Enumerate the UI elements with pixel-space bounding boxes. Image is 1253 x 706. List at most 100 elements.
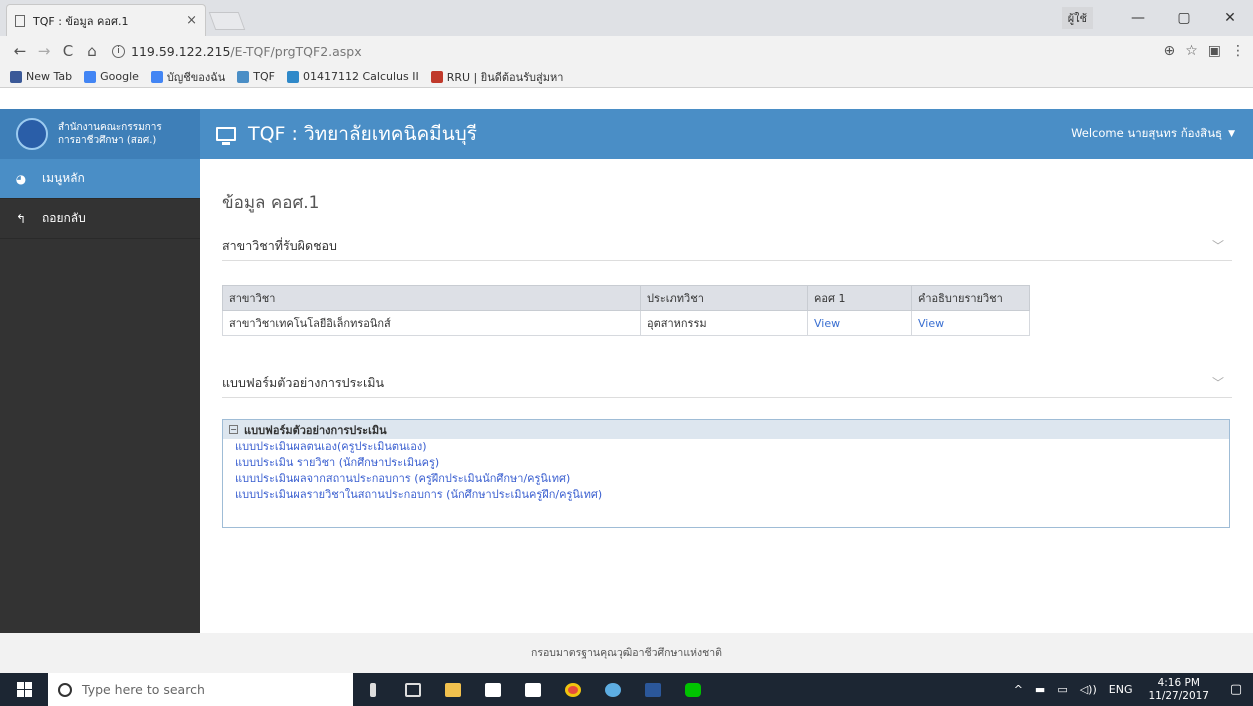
battery-icon[interactable]: ▬ — [1035, 683, 1045, 696]
paint-icon[interactable] — [593, 673, 633, 706]
table-row: สาขาวิชาเทคโนโลยีอิเล็กทรอนิกส์ อุตสาหกร… — [222, 310, 1030, 336]
forward-icon[interactable]: → — [32, 42, 56, 60]
major-cell: สาขาวิชาเทคโนโลยีอิเล็กทรอนิกส์ — [222, 310, 641, 336]
monitor-icon — [216, 127, 236, 145]
majors-table: สาขาวิชา ประเภทวิชา คอศ 1 คำอธิบายรายวิช… — [222, 285, 1030, 336]
section-title: สาขาวิชาที่รับผิดชอบ — [222, 237, 337, 253]
page-icon — [15, 14, 25, 27]
bookmark-2[interactable]: บัญชีของฉัน — [150, 68, 226, 86]
brand-line-2: การอาชีวศึกษา (สอศ.) — [58, 135, 157, 146]
mail-icon[interactable] — [513, 673, 553, 706]
window-controls: ผู้ใช้ — ▢ ✕ — [1061, 0, 1253, 36]
bookmark-label: Google — [100, 70, 139, 83]
language-indicator[interactable]: ENG — [1109, 683, 1133, 696]
tree-item-link[interactable]: แบบประเมิน รายวิชา (นักศึกษาประเมินครู) — [223, 455, 1229, 471]
chevron-down-icon[interactable]: ﹀ — [1212, 237, 1224, 254]
system-tray: ^ ▬ ▭ ◁)) ENG 4:16 PM 11/27/2017 ▢ — [1008, 673, 1253, 706]
section-responsible-majors[interactable]: สาขาวิชาที่รับผิดชอบ ﹀ — [222, 231, 1232, 261]
close-window-icon[interactable]: ✕ — [1207, 10, 1253, 26]
view-description-link[interactable]: View — [911, 310, 1030, 336]
home-icon[interactable]: ⌂ — [80, 42, 104, 60]
bookmark-5[interactable]: RRU | ยินดีต้อนรับสู่มหา — [430, 68, 564, 86]
dashboard-icon: ◕ — [15, 171, 27, 186]
taskbar-search[interactable]: Type here to search — [48, 673, 353, 706]
facebook-icon — [10, 70, 22, 83]
chevron-up-icon[interactable]: ^ — [1014, 683, 1023, 696]
url-path: /E-TQF/prgTQF2.aspx — [230, 43, 362, 59]
sidebar-item-label: เมนูหลัก — [42, 171, 85, 185]
collapse-icon[interactable]: − — [229, 425, 238, 434]
tqf-icon — [237, 70, 250, 83]
zoom-icon[interactable]: ⊕ — [1163, 43, 1175, 59]
page-footer: กรอบมาตรฐานคุณวุฒิอาชีวศึกษาแห่งชาติ — [0, 633, 1253, 673]
chrome-icon[interactable] — [553, 673, 593, 706]
tree-root[interactable]: − แบบฟอร์มตัวอย่างการประเมิน — [223, 420, 1229, 439]
bookmark-label: 01417112 Calculus II — [302, 70, 419, 83]
site-info-icon[interactable]: i — [112, 44, 125, 58]
bookmark-label: TQF — [253, 70, 275, 83]
tree-item-link[interactable]: แบบประเมินผลรายวิชาในสถานประกอบการ (นักศ… — [223, 487, 1229, 503]
app-title: TQF : วิทยาลัยเทคนิคมีนบุรี — [216, 109, 477, 159]
star-icon[interactable]: ☆ — [1185, 43, 1198, 59]
brand-line-1: สำนักงานคณะกรรมการ — [58, 122, 162, 133]
welcome-text: Welcome นายสุนทร ก้องสินธุ — [1071, 126, 1223, 140]
start-button[interactable] — [0, 673, 48, 706]
browser-tab[interactable]: TQF : ข้อมูล คอศ.1 × — [6, 4, 206, 36]
clock-date: 11/27/2017 — [1148, 689, 1209, 702]
column-header: ประเภทวิชา — [640, 285, 808, 311]
sigma-icon — [286, 70, 299, 83]
network-icon[interactable]: ▭ — [1057, 683, 1067, 696]
user-menu[interactable]: Welcome นายสุนทร ก้องสินธุ ▼ — [1071, 109, 1235, 159]
bookmark-label: New Tab — [26, 70, 73, 83]
sidebar-item-main-menu[interactable]: ◕ เมนูหลัก — [0, 159, 200, 199]
chevron-down-icon[interactable]: ﹀ — [1212, 374, 1224, 391]
clock[interactable]: 4:16 PM 11/27/2017 — [1148, 677, 1209, 703]
new-tab-button[interactable] — [208, 12, 246, 30]
menu-icon[interactable]: ⋮ — [1231, 43, 1245, 59]
bookmark-0[interactable]: New Tab — [10, 70, 72, 83]
reload-icon[interactable]: C — [56, 42, 80, 60]
file-explorer-icon[interactable] — [433, 673, 473, 706]
extension-icon[interactable]: ▣ — [1208, 43, 1221, 59]
rru-icon — [430, 70, 443, 83]
volume-icon[interactable]: ◁)) — [1080, 683, 1097, 696]
close-tab-icon[interactable]: × — [186, 13, 197, 28]
browser-tab-bar: TQF : ข้อมูล คอศ.1 × ผู้ใช้ — ▢ ✕ — [0, 0, 1253, 36]
search-placeholder: Type here to search — [82, 682, 205, 697]
bookmark-label: RRU | ยินดีต้อนรับสู่มหา — [446, 70, 564, 84]
word-icon[interactable] — [633, 673, 673, 706]
tree-item-link[interactable]: แบบประเมินผลจากสถานประกอบการ (ครูฝึกประเ… — [223, 471, 1229, 487]
url-field[interactable]: i 119.59.122.215 /E-TQF/prgTQF2.aspx — [112, 44, 1163, 59]
microphone-icon[interactable] — [353, 673, 393, 706]
cortana-icon — [58, 682, 72, 697]
view-tqf1-link[interactable]: View — [807, 310, 912, 336]
back-icon[interactable]: ← — [8, 42, 32, 60]
sidebar-item-back[interactable]: ↰ ถอยกลับ — [0, 199, 200, 239]
google-icon — [150, 70, 163, 83]
column-header: คอศ 1 — [807, 285, 912, 311]
back-arrow-icon: ↰ — [15, 211, 27, 226]
tree-root-label: แบบฟอร์มตัวอย่างการประเมิน — [244, 423, 387, 437]
vec-logo — [16, 118, 48, 150]
main-content: ข้อมูล คอศ.1 สาขาวิชาที่รับผิดชอบ ﹀ สาขา… — [222, 159, 1232, 633]
tree-item-link[interactable]: แบบประเมินผลตนเอง(ครูประเมินตนเอง) — [223, 439, 1229, 455]
caret-down-icon: ▼ — [1228, 129, 1235, 139]
bookmark-1[interactable]: Google — [84, 70, 139, 83]
column-header: สาขาวิชา — [222, 285, 641, 311]
line-icon[interactable] — [673, 673, 713, 706]
notification-icon[interactable]: ▢ — [1219, 682, 1253, 697]
bookmark-label: บัญชีของฉัน — [166, 70, 226, 84]
bookmark-3[interactable]: TQF — [237, 70, 275, 83]
maximize-icon[interactable]: ▢ — [1161, 10, 1207, 26]
google-icon — [84, 70, 97, 83]
clock-time: 4:16 PM — [1157, 676, 1200, 689]
minimize-icon[interactable]: — — [1115, 10, 1161, 26]
task-view-icon[interactable] — [393, 673, 433, 706]
address-bar: ← → C ⌂ i 119.59.122.215 /E-TQF/prgTQF2.… — [0, 36, 1253, 66]
url-host: 119.59.122.215 — [131, 43, 231, 59]
section-evaluation-forms[interactable]: แบบฟอร์มตัวอย่างการประเมิน ﹀ — [222, 368, 1232, 398]
taskbar: Type here to search ^ ▬ ▭ ◁)) ENG 4:16 P… — [0, 673, 1253, 706]
profile-button[interactable]: ผู้ใช้ — [1061, 7, 1093, 29]
bookmark-4[interactable]: 01417112 Calculus II — [286, 70, 419, 83]
store-icon[interactable] — [473, 673, 513, 706]
